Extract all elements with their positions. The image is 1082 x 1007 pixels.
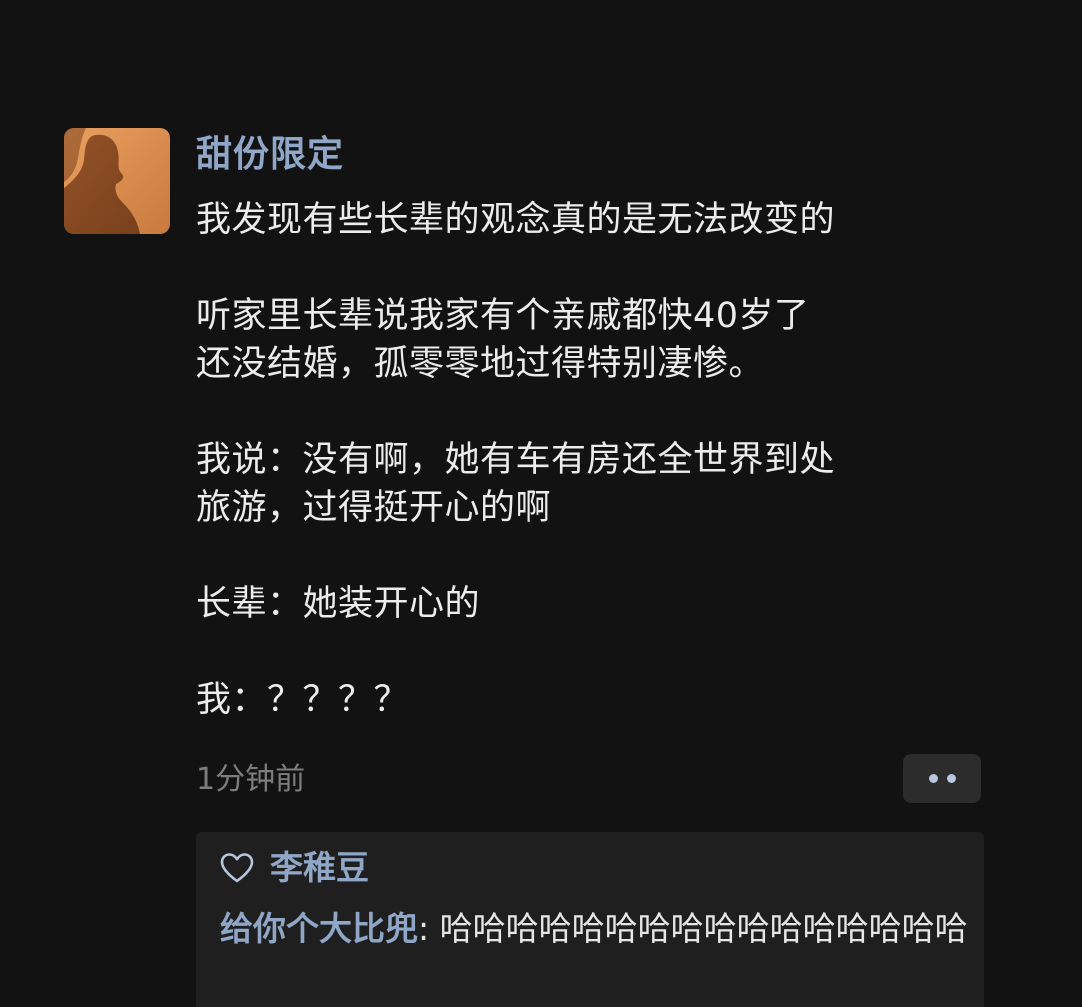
silhouette-avatar [64, 128, 140, 234]
likes-row: 李稚豆 [220, 844, 369, 892]
more-dots-icon [946, 774, 956, 783]
liker-name[interactable]: 李稚豆 [270, 844, 369, 892]
post-author-name[interactable]: 甜份限定 [196, 131, 344, 179]
more-dots-icon [928, 774, 938, 783]
commenter-name[interactable]: 给你个大比兜 [220, 909, 418, 948]
comment-item: 给你个大比兜: 哈哈哈哈哈哈哈哈哈哈哈哈哈哈哈哈 [220, 906, 970, 951]
comment-body: 哈哈哈哈哈哈哈哈哈哈哈哈哈哈哈哈 [439, 909, 968, 948]
likes-comments-panel: 李稚豆 给你个大比兜: 哈哈哈哈哈哈哈哈哈哈哈哈哈哈哈哈 [196, 832, 984, 1007]
comment-separator: : [418, 909, 440, 948]
heart-icon [220, 853, 254, 883]
post-timestamp: 1分钟前 [196, 762, 306, 797]
avatar[interactable] [64, 128, 170, 234]
more-actions-button[interactable] [903, 754, 981, 803]
post-content: 我发现有些长辈的观念真的是无法改变的 听家里长辈说我家有个亲戚都快40岁了 还没… [196, 200, 836, 720]
